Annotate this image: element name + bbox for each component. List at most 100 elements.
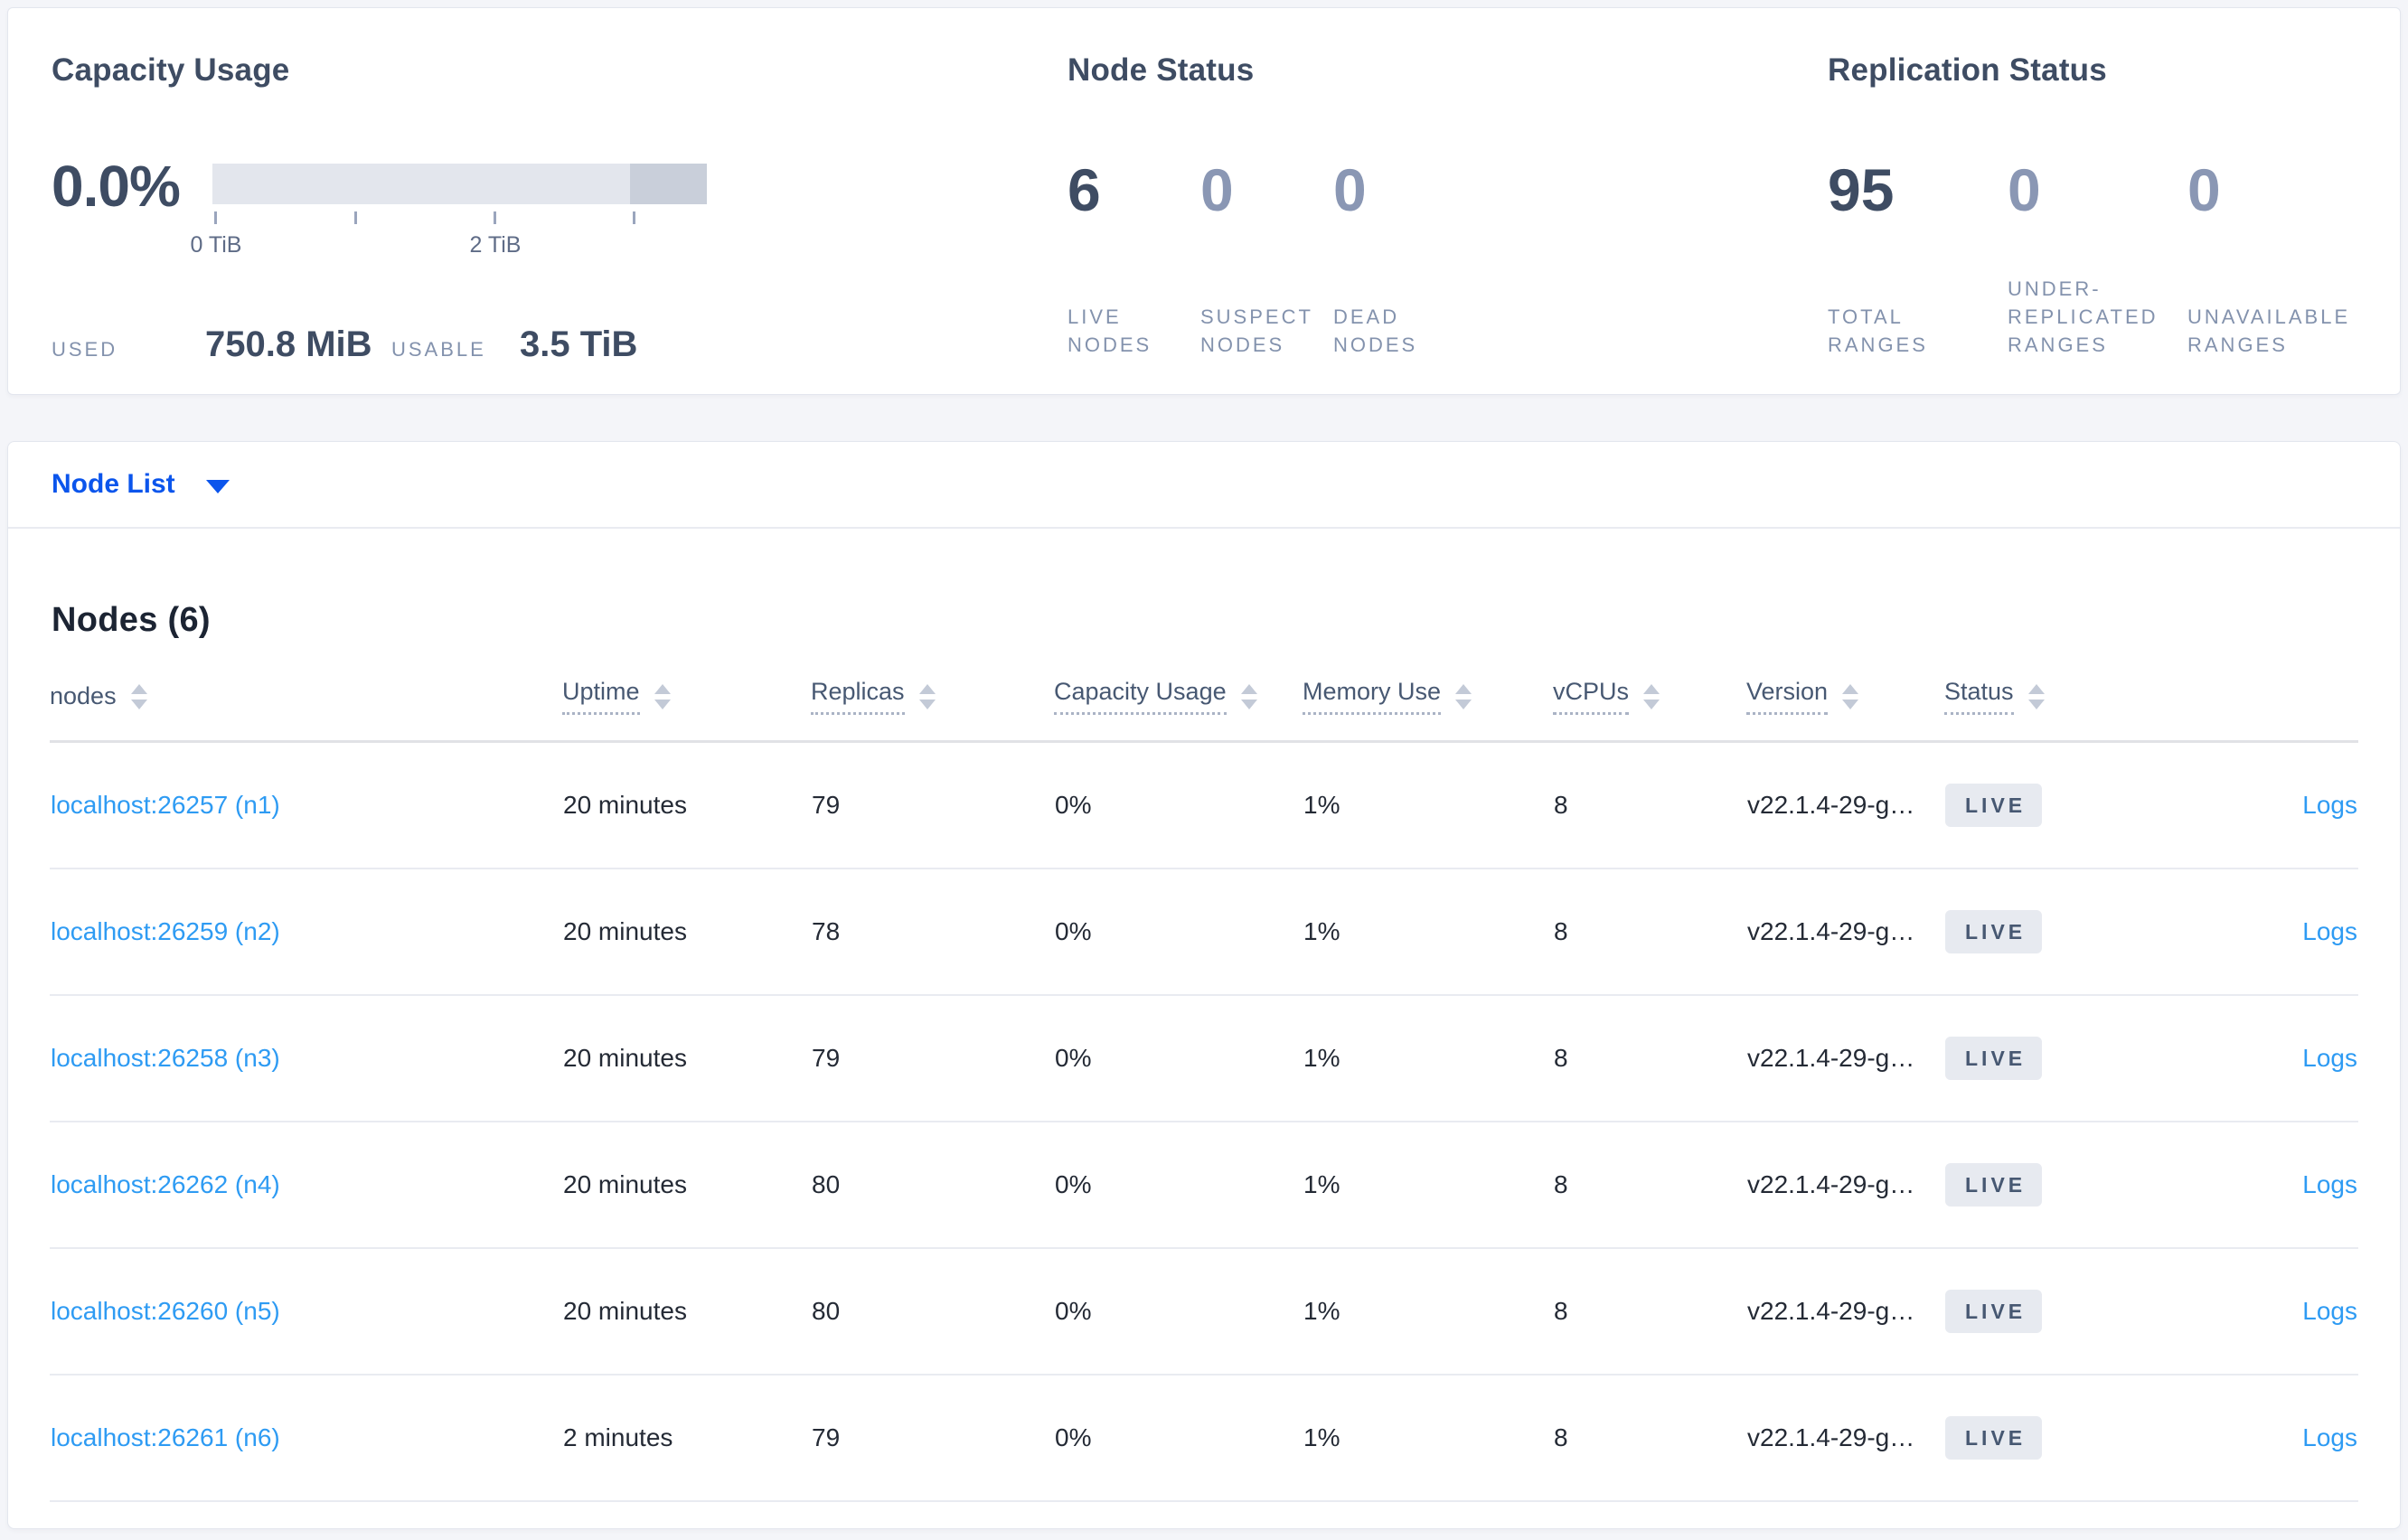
cluster-summary-card: Capacity Usage 0.0% 0 TiB 2 TiB USED 750… — [7, 7, 2401, 395]
table-header-row: nodes Uptime Replicas Capacity Usage Mem… — [50, 678, 2358, 743]
uptime-cell: 20 minutes — [562, 868, 811, 996]
uptime-cell: 20 minutes — [562, 994, 811, 1122]
memory-cell: 1% — [1303, 1247, 1553, 1376]
column-header-status[interactable]: Status — [1944, 678, 2131, 743]
capacity-percent: 0.0% — [52, 154, 181, 219]
table-row: localhost:26258 (n3) 20 minutes 79 0% 1%… — [50, 994, 2358, 1122]
live-nodes-label: LIVE NODES — [1068, 305, 1152, 356]
memory-cell: 1% — [1303, 741, 1553, 869]
vcpus-cell: 8 — [1553, 868, 1746, 996]
table-row: localhost:26257 (n1) 20 minutes 79 0% 1%… — [50, 741, 2358, 869]
unavailable-ranges-value: 0 — [2187, 156, 2221, 223]
logs-link[interactable]: Logs — [2302, 1044, 2357, 1072]
under-replicated-ranges-value: 0 — [2008, 156, 2041, 223]
table-row: localhost:26262 (n4) 20 minutes 80 0% 1%… — [50, 1121, 2358, 1249]
column-header-version[interactable]: Version — [1746, 678, 1944, 743]
vcpus-cell: 8 — [1553, 1247, 1746, 1376]
capacity-cell: 0% — [1054, 994, 1303, 1122]
under-replicated-ranges-stat: 0 UNDER- REPLICATED RANGES — [2008, 158, 2187, 359]
memory-cell: 1% — [1303, 994, 1553, 1122]
sort-icon — [2027, 683, 2045, 709]
logs-link[interactable]: Logs — [2302, 917, 2357, 945]
axis-tick — [633, 211, 635, 224]
unavailable-ranges-stat: 0 UNAVAILABLE RANGES — [2187, 158, 2367, 359]
axis-tick — [494, 211, 496, 224]
node-link[interactable]: localhost:26258 (n3) — [51, 1044, 280, 1072]
status-badge: LIVE — [1945, 1415, 2043, 1460]
node-link[interactable]: localhost:26259 (n2) — [51, 917, 280, 945]
total-ranges-label: TOTAL RANGES — [1828, 305, 1928, 356]
column-header-capacity-usage[interactable]: Capacity Usage — [1054, 678, 1303, 743]
nodes-table-title: Nodes (6) — [52, 601, 211, 639]
node-link[interactable]: localhost:26260 (n5) — [51, 1297, 280, 1325]
node-link[interactable]: localhost:26257 (n1) — [51, 791, 280, 819]
capacity-cell: 0% — [1054, 1374, 1303, 1502]
column-header-memory-use[interactable]: Memory Use — [1303, 678, 1553, 743]
logs-link[interactable]: Logs — [2302, 1297, 2357, 1325]
suspect-nodes-value: 0 — [1200, 156, 1234, 223]
column-header-uptime[interactable]: Uptime — [562, 678, 811, 743]
version-cell: v22.1.4-29-g… — [1746, 994, 1944, 1122]
status-badge: LIVE — [1945, 1289, 2043, 1333]
replicas-cell: 80 — [811, 1247, 1054, 1376]
capacity-bar — [212, 164, 707, 204]
chevron-down-icon — [205, 479, 230, 493]
replicas-cell: 78 — [811, 868, 1054, 996]
status-badge: LIVE — [1945, 783, 2043, 827]
status-badge: LIVE — [1945, 1162, 2043, 1207]
table-row: localhost:26259 (n2) 20 minutes 78 0% 1%… — [50, 868, 2358, 996]
sort-icon — [918, 683, 936, 709]
nodes-table: nodes Uptime Replicas Capacity Usage Mem… — [50, 678, 2358, 1502]
node-link[interactable]: localhost:26261 (n6) — [51, 1423, 280, 1451]
capacity-cell: 0% — [1054, 741, 1303, 869]
capacity-gauge: 0 TiB 2 TiB — [191, 156, 748, 265]
used-value: 750.8 MiB — [205, 324, 372, 364]
capacity-usage-title: Capacity Usage — [52, 52, 290, 88]
version-cell: v22.1.4-29-g… — [1746, 868, 1944, 996]
sort-icon — [1643, 683, 1660, 709]
logs-link[interactable]: Logs — [2302, 1170, 2357, 1198]
capacity-cell: 0% — [1054, 1247, 1303, 1376]
dead-nodes-label: DEAD NODES — [1333, 305, 1418, 356]
memory-cell: 1% — [1303, 1121, 1553, 1249]
logs-link[interactable]: Logs — [2302, 791, 2357, 819]
uptime-cell: 20 minutes — [562, 741, 811, 869]
vcpus-cell: 8 — [1553, 994, 1746, 1122]
node-list-dropdown-label: Node List — [52, 469, 175, 499]
replicas-cell: 79 — [811, 741, 1054, 869]
replicas-cell: 80 — [811, 1121, 1054, 1249]
sort-icon — [1455, 683, 1472, 709]
status-badge: LIVE — [1945, 909, 2043, 953]
memory-cell: 1% — [1303, 868, 1553, 996]
table-row: localhost:26261 (n6) 2 minutes 79 0% 1% … — [50, 1374, 2358, 1502]
used-label: USED — [52, 338, 118, 361]
node-status-section: Node Status 6 LIVE NODES 0 SUSPECT NODES… — [1068, 52, 1574, 359]
column-header-replicas[interactable]: Replicas — [811, 678, 1054, 743]
uptime-cell: 20 minutes — [562, 1121, 811, 1249]
view-selector-bar: Node List — [8, 442, 2400, 529]
total-ranges-stat: 95 TOTAL RANGES — [1828, 158, 2008, 359]
node-list-dropdown[interactable]: Node List — [52, 469, 230, 500]
logs-link[interactable]: Logs — [2302, 1423, 2357, 1451]
sort-icon — [1240, 683, 1257, 709]
status-badge: LIVE — [1945, 1036, 2043, 1080]
vcpus-cell: 8 — [1553, 1121, 1746, 1249]
version-cell: v22.1.4-29-g… — [1746, 741, 1944, 869]
replicas-cell: 79 — [811, 1374, 1054, 1502]
version-cell: v22.1.4-29-g… — [1746, 1374, 1944, 1502]
node-status-title: Node Status — [1068, 52, 1255, 88]
under-replicated-ranges-label: UNDER- REPLICATED RANGES — [2008, 277, 2159, 356]
column-header-vcpus[interactable]: vCPUs — [1553, 678, 1746, 743]
suspect-nodes-label: SUSPECT NODES — [1200, 305, 1313, 356]
node-link[interactable]: localhost:26262 (n4) — [51, 1170, 280, 1198]
axis-tick — [214, 211, 217, 224]
sort-icon — [654, 683, 671, 709]
unavailable-ranges-label: UNAVAILABLE RANGES — [2187, 305, 2351, 356]
total-ranges-value: 95 — [1828, 156, 1895, 223]
column-header-nodes[interactable]: nodes — [50, 678, 562, 743]
axis-tick-label: 2 TiB — [469, 232, 522, 258]
vcpus-cell: 8 — [1553, 1374, 1746, 1502]
replication-status-section: Replication Status 95 TOTAL RANGES 0 UND… — [1828, 52, 2379, 359]
nodes-table-section: Nodes (6) nodes Uptime Replicas Capacity… — [8, 529, 2400, 1502]
dead-nodes-stat: 0 DEAD NODES — [1333, 158, 1466, 359]
